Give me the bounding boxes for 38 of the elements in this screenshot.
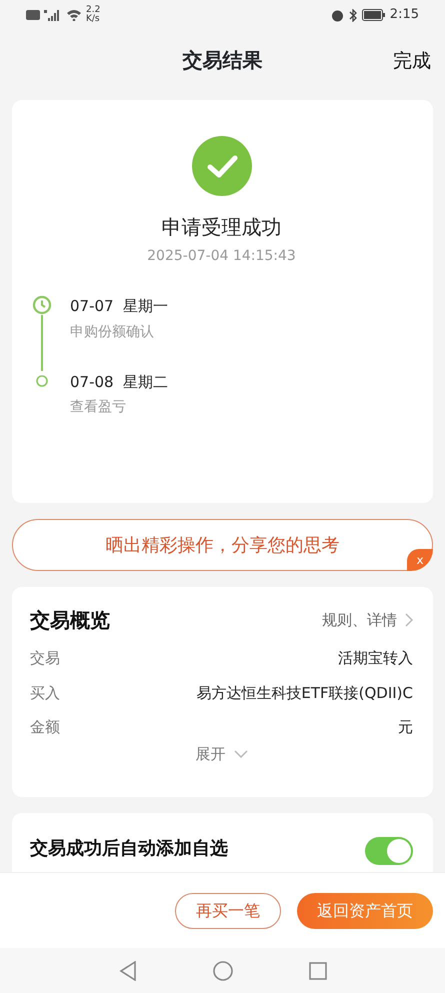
row-value: 易方达恒生科技ETF联接(QDII)C — [196, 682, 413, 704]
row-label: 交易 — [30, 648, 60, 669]
battery-icon — [362, 9, 386, 21]
timeline-note: 查看盈亏 — [70, 398, 127, 417]
recents-icon[interactable] — [308, 962, 326, 980]
speed-text: 2.2 — [86, 6, 100, 15]
chevron-right-icon — [405, 613, 413, 627]
expand-button[interactable]: 展开 — [196, 742, 248, 765]
result-title: 申请受理成功 — [162, 214, 282, 241]
share-banner[interactable]: 晒出精彩操作，分享您的思考 x — [12, 519, 433, 571]
setting-title: 交易成功后自动添加自选 — [30, 837, 228, 861]
signal-icon — [44, 9, 62, 21]
row-value: 活期宝转入 — [338, 648, 413, 669]
bluetooth-icon — [348, 8, 358, 22]
timeline-date: 07-07 星期一 — [70, 296, 168, 317]
timeline-date: 07-08 星期二 — [70, 372, 168, 392]
timeline-dot-icon — [36, 374, 48, 386]
done-button[interactable]: 完成 — [393, 47, 431, 76]
result-time: 2025-07-04 14:15:43 — [147, 247, 296, 266]
close-button[interactable]: x — [407, 549, 433, 571]
clock-time: 2:15 — [390, 6, 419, 24]
share-text: 晒出精彩操作，分享您的思考 — [106, 534, 340, 558]
home-icon[interactable] — [212, 960, 232, 980]
buy-again-button[interactable]: 再买一笔 — [175, 892, 281, 928]
chevron-down-icon — [234, 750, 248, 758]
home-button[interactable]: 返回资产首页 — [297, 892, 433, 928]
success-check-icon — [192, 136, 252, 196]
speed-text: K/s — [86, 15, 100, 24]
page-title: 交易结果 — [182, 47, 262, 74]
details-link[interactable]: 规则、详情 — [322, 608, 413, 632]
back-icon[interactable] — [118, 960, 136, 980]
section-title: 交易概览 — [30, 607, 110, 634]
row-label: 买入 — [30, 682, 60, 704]
wifi-icon — [66, 9, 82, 21]
row-label: 金额 — [30, 717, 60, 738]
timeline-note: 申购份额确认 — [70, 322, 155, 342]
toggle-switch[interactable] — [365, 837, 413, 865]
row-value: 元 — [398, 717, 413, 738]
